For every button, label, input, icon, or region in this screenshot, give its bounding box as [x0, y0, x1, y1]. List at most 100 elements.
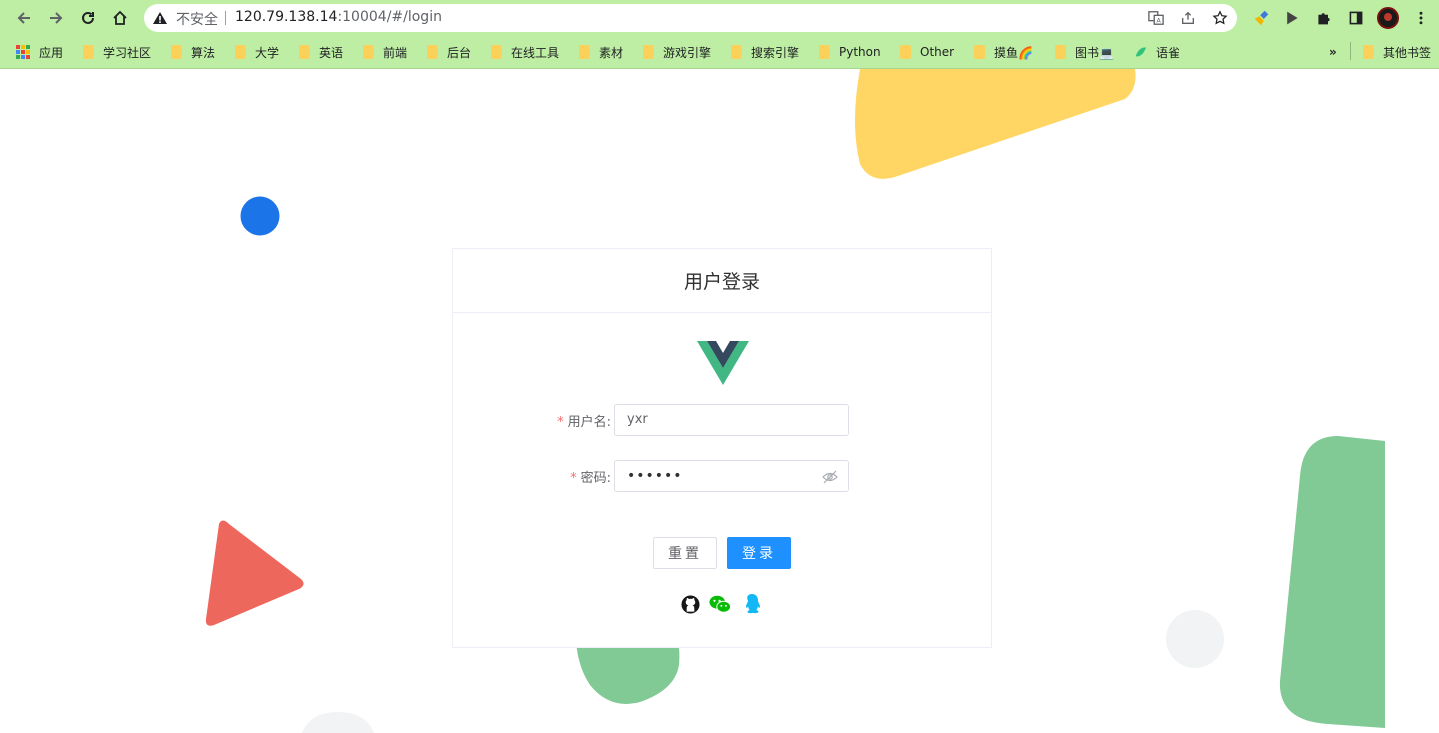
- eye-off-icon[interactable]: [822, 469, 838, 485]
- bookmark-apps[interactable]: 应用: [16, 42, 63, 62]
- folder-icon: [819, 45, 830, 59]
- folder-icon: [1055, 45, 1066, 59]
- bookmark-label: 英语: [319, 45, 344, 60]
- back-button[interactable]: [12, 6, 36, 30]
- password-label-text: 密码:: [580, 471, 611, 486]
- security-label[interactable]: 不安全: [176, 9, 218, 29]
- bookmark-folder[interactable]: 搜索引擎: [731, 42, 799, 62]
- apps-grid-icon: [16, 45, 30, 59]
- reload-icon: [82, 11, 94, 24]
- translate-icon[interactable]: A: [1147, 9, 1165, 27]
- bookmark-folder[interactable]: 素材: [579, 42, 623, 62]
- bookmark-star-icon[interactable]: [1211, 9, 1229, 27]
- github-icon[interactable]: [679, 593, 701, 615]
- bookmark-folder[interactable]: 大学: [235, 42, 279, 62]
- bookmarks-divider: [1350, 42, 1351, 60]
- bookmark-label: 大学: [255, 45, 280, 60]
- bookmark-folder[interactable]: Python: [819, 42, 881, 62]
- bookmark-label: 摸鱼🌈: [994, 45, 1033, 60]
- folder-icon: [900, 45, 911, 59]
- reload-button[interactable]: [76, 6, 100, 30]
- required-marker: *: [570, 471, 577, 486]
- folder-icon: [83, 45, 94, 59]
- bookmark-folder[interactable]: 游戏引擎: [643, 42, 711, 62]
- omnibox-separator: [225, 11, 226, 25]
- vue-logo-icon: [697, 341, 749, 385]
- side-panel-icon[interactable]: [1345, 7, 1367, 29]
- bookmark-folder[interactable]: 算法: [171, 42, 215, 62]
- puzzle-icon[interactable]: [1313, 7, 1335, 29]
- wechat-icon[interactable]: [709, 593, 731, 615]
- warning-icon: [153, 12, 167, 24]
- bookmark-folder[interactable]: 英语: [299, 42, 343, 62]
- bookmark-folder[interactable]: 学习社区: [83, 42, 151, 62]
- reset-button[interactable]: 重置: [653, 537, 717, 569]
- bookmark-label: 学习社区: [103, 45, 152, 60]
- browser-toolbar: 不安全 120.79.138.14:10004/#/login A: [0, 0, 1439, 36]
- home-button[interactable]: [108, 6, 132, 30]
- folder-icon: [491, 45, 502, 59]
- folder-icon: [974, 45, 985, 59]
- browser-chrome: 不安全 120.79.138.14:10004/#/login A 应用 学习社…: [0, 0, 1439, 69]
- folder-icon: [299, 45, 310, 59]
- bookmark-label: 前端: [383, 45, 408, 60]
- green-shape-right: [1279, 436, 1385, 728]
- username-label: * 用户名:: [557, 411, 611, 430]
- red-triangle: [205, 520, 304, 626]
- yuque-icon: [1135, 47, 1147, 57]
- arrow-right-icon: [50, 12, 63, 24]
- qq-icon[interactable]: [741, 593, 763, 615]
- bookmark-folder[interactable]: 图书💻: [1055, 42, 1114, 62]
- login-button[interactable]: 登录: [727, 537, 791, 569]
- bookmark-folder[interactable]: 后台: [427, 42, 471, 62]
- login-title: 用户登录: [453, 249, 991, 313]
- bookmark-label: 算法: [191, 45, 216, 60]
- folder-icon: [427, 45, 438, 59]
- folder-icon: [579, 45, 590, 59]
- bookmark-label: 其他书签: [1383, 45, 1432, 60]
- yellow-shape: [855, 69, 1136, 179]
- bookmark-folder[interactable]: 在线工具: [491, 42, 559, 62]
- profile-avatar[interactable]: [1377, 7, 1399, 29]
- home-icon: [113, 10, 127, 25]
- other-bookmarks[interactable]: 其他书签: [1363, 42, 1431, 62]
- broom-extension-icon[interactable]: [1251, 7, 1273, 29]
- share-icon[interactable]: [1179, 9, 1197, 27]
- password-input[interactable]: ••••••: [614, 460, 849, 492]
- password-value: ••••••: [627, 468, 683, 484]
- username-input[interactable]: yxr: [614, 404, 849, 436]
- play-extension-icon[interactable]: [1281, 7, 1303, 29]
- bookmark-yuque[interactable]: 语雀: [1134, 42, 1180, 62]
- bookmark-folder[interactable]: Other: [900, 42, 954, 62]
- url-path: :10004/#/login: [337, 9, 442, 25]
- folder-icon: [235, 45, 246, 59]
- bookmark-label: 素材: [599, 45, 624, 60]
- bookmark-folder[interactable]: 前端: [363, 42, 407, 62]
- bookmark-label: 后台: [447, 45, 472, 60]
- bookmarks-overflow-button[interactable]: »: [1329, 42, 1337, 62]
- username-row: * 用户名: yxr: [453, 404, 993, 436]
- svg-text:A: A: [1157, 17, 1162, 24]
- forward-button[interactable]: [44, 6, 68, 30]
- bookmarks-bar: 应用 学习社区 算法 大学 英语 前端 后台 在线工具 素材 游戏引擎 搜索引擎…: [0, 38, 1439, 64]
- bookmark-folder[interactable]: 摸鱼🌈: [974, 42, 1033, 62]
- blue-circle: [240, 196, 280, 236]
- menu-dots-icon[interactable]: [1410, 7, 1432, 29]
- url-host: 120.79.138.14: [235, 9, 338, 25]
- url-text[interactable]: 120.79.138.14:10004/#/login: [235, 9, 442, 25]
- bookmark-label: 游戏引擎: [663, 45, 712, 60]
- folder-icon: [363, 45, 374, 59]
- password-row: * 密码: ••••••: [453, 460, 993, 492]
- gray-circle-bottom: [302, 712, 374, 733]
- arrow-left-icon: [17, 12, 30, 24]
- bookmark-label: 图书💻: [1075, 45, 1114, 60]
- bookmark-label: 搜索引擎: [751, 45, 800, 60]
- password-label: * 密码:: [570, 467, 611, 486]
- gray-circle: [1166, 610, 1224, 668]
- required-marker: *: [557, 415, 564, 430]
- bookmark-label: Python: [839, 45, 881, 59]
- folder-icon: [1363, 45, 1374, 59]
- address-bar[interactable]: 不安全 120.79.138.14:10004/#/login A: [144, 4, 1237, 32]
- login-card: 用户登录 * 用户名: yxr * 密码: •••••• 重置 登录: [452, 248, 992, 648]
- username-label-text: 用户名:: [567, 415, 611, 430]
